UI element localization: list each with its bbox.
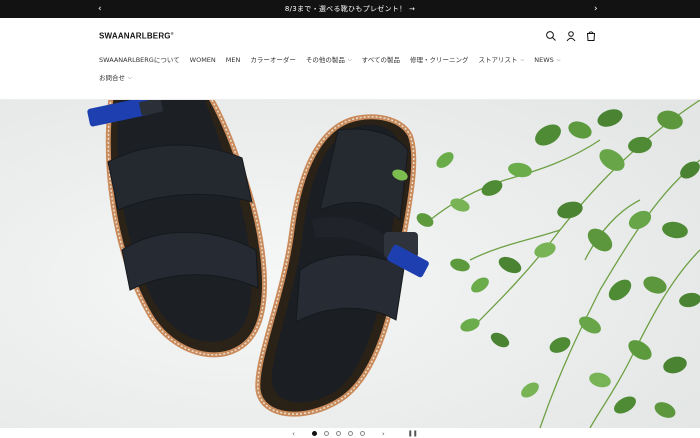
slide-dot-4[interactable]: [347, 431, 353, 436]
nav-item-label: NEWS: [534, 56, 554, 64]
chevron-down-icon: ⌵: [128, 75, 132, 81]
nav-item-all-products[interactable]: すべての製品: [362, 55, 400, 65]
account-icon[interactable]: [565, 30, 577, 42]
brand-logo[interactable]: SWAANARLBERG®: [99, 31, 174, 41]
nav-item-label: その他の製品: [305, 56, 345, 64]
nav-item-store-list[interactable]: ストアリスト ⌵: [478, 55, 524, 65]
nav-item-label: 修理・クリーニング: [409, 56, 469, 64]
site-header: SWAANARLBERG® SWAANARLBERGについて WOMEN MEN…: [0, 18, 700, 100]
nav-item-about[interactable]: SWAANARLBERGについて: [99, 55, 180, 65]
pause-icon[interactable]: ❚❚: [408, 430, 418, 437]
nav-item-label: すべての製品: [361, 56, 400, 64]
nav-item-label: お問合せ: [99, 74, 125, 82]
slider-controls: ‹ › ❚❚: [0, 429, 700, 438]
chevron-right-icon[interactable]: ›: [382, 430, 385, 438]
chevron-down-icon: ⌵: [520, 57, 525, 63]
chevron-left-icon[interactable]: ‹: [292, 430, 295, 438]
nav-item-label: MEN: [225, 56, 241, 64]
nav-item-color-order[interactable]: カラーオーダー: [250, 55, 296, 65]
slide-dot-3[interactable]: [335, 431, 341, 436]
nav-item-label: カラーオーダー: [250, 56, 296, 64]
slide-dot-2[interactable]: [323, 431, 329, 436]
chevron-down-icon: ⌵: [556, 57, 561, 63]
announcement-bar: ‹ 8/3まで・選べる靴ひもプレゼント！ → ›: [0, 0, 700, 18]
nav-item-label: WOMEN: [189, 56, 216, 64]
nav-row-1: SWAANARLBERGについて WOMEN MEN カラーオーダー その他の製…: [99, 55, 599, 65]
chevron-right-icon[interactable]: ›: [594, 2, 598, 16]
nav-item-repair[interactable]: 修理・クリーニング: [410, 55, 469, 65]
nav-item-contact[interactable]: お問合せ ⌵: [99, 73, 132, 83]
nav-item-men[interactable]: MEN: [226, 55, 241, 65]
nav-item-women[interactable]: WOMEN: [190, 55, 216, 65]
nav-item-other-products[interactable]: その他の製品 ⌵: [306, 55, 352, 65]
cart-icon[interactable]: [585, 30, 597, 42]
search-icon[interactable]: [545, 30, 557, 42]
nav-item-news[interactable]: NEWS ⌵: [534, 55, 560, 65]
nav-row-2: お問合せ ⌵: [99, 73, 599, 83]
header-icons: [545, 30, 597, 42]
hero-slideshow[interactable]: [0, 100, 700, 428]
hero-image: [0, 100, 700, 428]
brand-mark: ®: [170, 31, 174, 36]
slide-dot-5[interactable]: [359, 431, 365, 436]
brand-name: SWAANARLBERG: [99, 31, 171, 41]
chevron-down-icon: ⌵: [347, 57, 352, 63]
slide-dot-1[interactable]: [311, 431, 317, 436]
nav-item-label: SWAANARLBERGについて: [99, 56, 180, 64]
main-navigation: SWAANARLBERGについて WOMEN MEN カラーオーダー その他の製…: [99, 55, 599, 83]
nav-item-label: ストアリスト: [478, 56, 518, 64]
